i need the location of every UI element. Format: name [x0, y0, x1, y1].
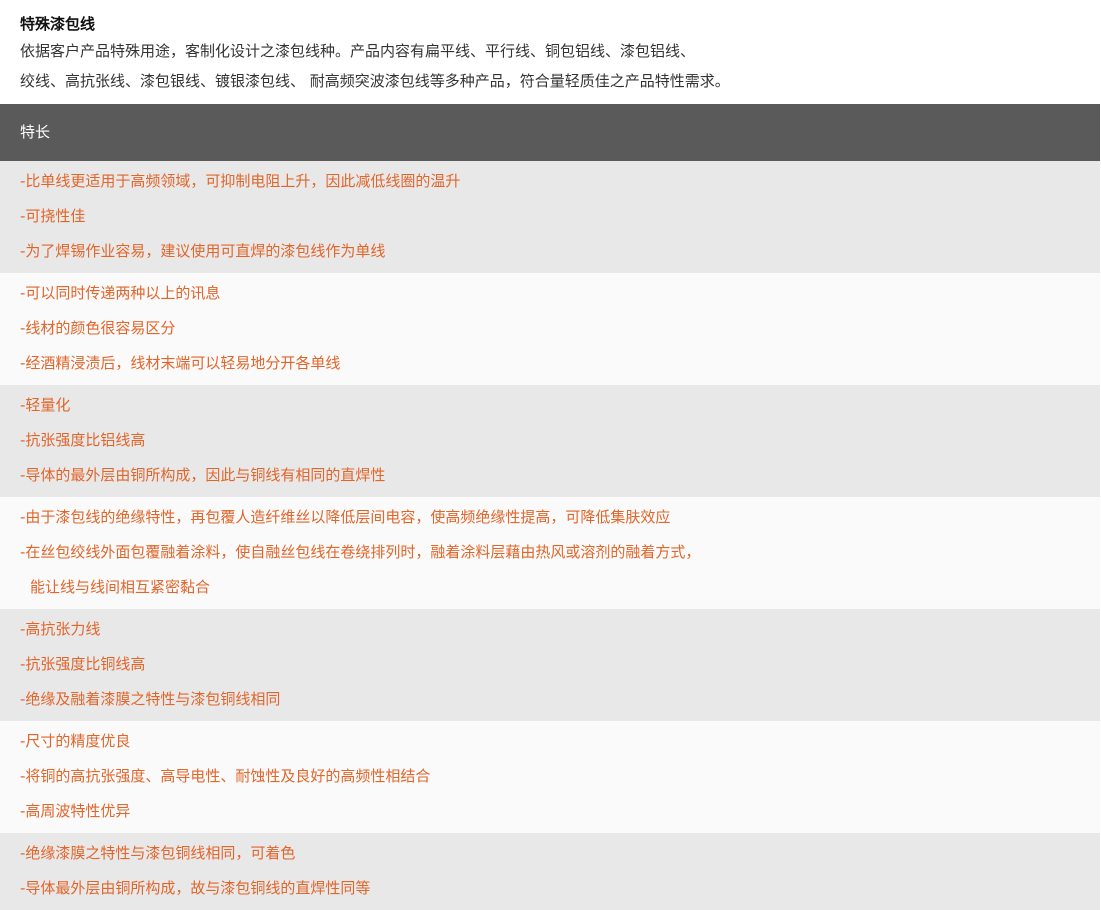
feature-item: -抗张强度比铜线高 [20, 655, 146, 673]
page-title: 特殊漆包线 [20, 15, 96, 33]
feature-group-5: -高抗张力线 -抗张强度比铜线高 -绝缘及融着漆膜之特性与漆包铜线相同 [0, 609, 1100, 721]
feature-group-1: -比单线更适用于高频领域，可抑制电阻上升，因此减低线圈的温升 -可挠性佳 -为了… [0, 161, 1100, 273]
feature-item: -抗张强度比铝线高 [20, 431, 146, 449]
feature-item: -导体最外层由铜所构成，故与漆包铜线的直焊性同等 [20, 879, 371, 897]
feature-item: -为了焊锡作业容易，建议使用可直焊的漆包线作为单线 [20, 242, 386, 260]
feature-group-6: -尺寸的精度优良 -将铜的高抗张强度、高导电性、耐蚀性及良好的高频性相结合 -高… [0, 721, 1100, 833]
feature-group-7: -绝缘漆膜之特性与漆包铜线相同，可着色 -导体最外层由铜所构成，故与漆包铜线的直… [0, 833, 1100, 910]
feature-item-continuation: 能让线与线间相互紧密黏合 [30, 578, 211, 596]
feature-item: -绝缘及融着漆膜之特性与漆包铜线相同 [20, 690, 281, 708]
feature-group-3: -轻量化 -抗张强度比铝线高 -导体的最外层由铜所构成，因此与铜线有相同的直焊性 [0, 385, 1100, 497]
feature-item: -可挠性佳 [20, 207, 86, 225]
feature-item: -线材的颜色很容易区分 [20, 319, 176, 337]
feature-item: -可以同时传递两种以上的讯息 [20, 284, 221, 302]
features-table: -比单线更适用于高频领域，可抑制电阻上升，因此减低线圈的温升 -可挠性佳 -为了… [0, 161, 1101, 910]
intro-text-line: 依据客户产品特殊用途，客制化设计之漆包线种。产品内容有扁平线、平行线、铜包铝线、… [20, 42, 696, 60]
feature-item: -高抗张力线 [20, 620, 101, 638]
feature-group-4: -由于漆包线的绝缘特性，再包覆人造纤维丝以降低层间电容，使高频绝缘性提高，可降低… [0, 497, 1100, 609]
feature-item: -比单线更适用于高频领域，可抑制电阻上升，因此减低线圈的温升 [20, 172, 461, 190]
feature-group-2: -可以同时传递两种以上的讯息 -线材的颜色很容易区分 -经酒精浸渍后，线材末端可… [0, 273, 1100, 385]
feature-item: -导体的最外层由铜所构成，因此与铜线有相同的直焊性 [20, 466, 386, 484]
feature-item: -将铜的高抗张强度、高导电性、耐蚀性及良好的高频性相结合 [20, 767, 431, 785]
feature-item: -绝缘漆膜之特性与漆包铜线相同，可着色 [20, 844, 296, 862]
feature-item: -轻量化 [20, 396, 71, 414]
feature-item: -高周波特性优异 [20, 802, 131, 820]
feature-item: -尺寸的精度优良 [20, 732, 131, 750]
intro-text-line: 绞线、高抗张线、漆包银线、镀银漆包线、 耐高频突波漆包线等多种产品，符合量轻质佳… [20, 72, 730, 90]
feature-item: -经酒精浸渍后，线材末端可以轻易地分开各单线 [20, 354, 341, 372]
feature-item: -在丝包绞线外面包覆融着涂料，使自融丝包线在卷绕排列时，融着涂料层藉由热风或溶剂… [20, 543, 701, 561]
features-table-header: 特长 [0, 104, 1100, 161]
intro-section: 特殊漆包线 依据客户产品特殊用途，客制化设计之漆包线种。产品内容有扁平线、平行线… [0, 0, 1101, 104]
feature-item: -由于漆包线的绝缘特性，再包覆人造纤维丝以降低层间电容，使高频绝缘性提高，可降低… [20, 508, 671, 526]
